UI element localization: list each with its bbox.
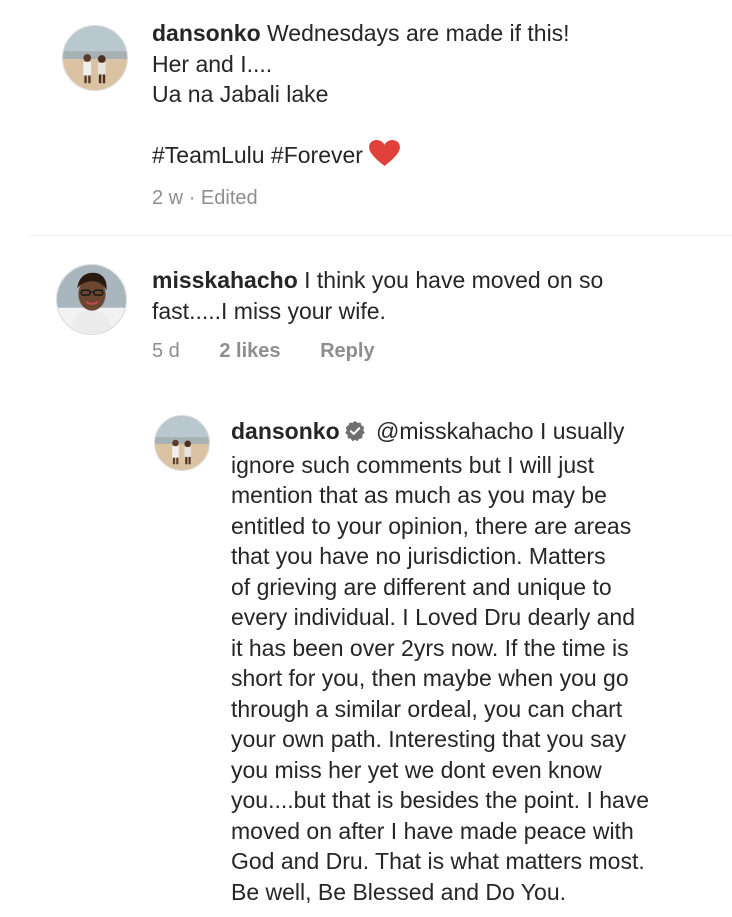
beach-photo-avatar bbox=[63, 26, 127, 90]
edited-label: Edited bbox=[200, 187, 258, 209]
reply-text-line: mention that as much as you may be bbox=[231, 482, 607, 508]
heart-emoji-icon bbox=[369, 140, 400, 175]
username-misskahacho[interactable]: misskahacho bbox=[152, 267, 298, 293]
reply-text-line: you miss her yet we dont even know bbox=[231, 756, 602, 783]
mention-link[interactable]: @misskahacho bbox=[376, 418, 534, 444]
username-dansonko[interactable]: dansonko bbox=[152, 20, 261, 46]
reply-dansonko: dansonko @misskahacho I usually ignore s… bbox=[231, 416, 649, 907]
meta-separator: · bbox=[188, 187, 196, 209]
likes-count[interactable]: 2 likes bbox=[219, 340, 280, 362]
reply-text-line: ignore such comments but I will just bbox=[231, 451, 595, 478]
comment-first-line: misskahacho I think you have moved on so bbox=[152, 265, 603, 296]
comment-first-line: dansonko Wednesdays are made if this! bbox=[152, 18, 570, 49]
avatar-dansonko-reply[interactable] bbox=[154, 415, 210, 471]
beach-photo-avatar bbox=[155, 416, 209, 470]
comment-text-line: I think you have moved on so bbox=[304, 267, 604, 293]
avatar-misskahacho[interactable] bbox=[56, 264, 127, 335]
reply-text-line: it has been over 2yrs now. If the time i… bbox=[231, 634, 629, 661]
username-dansonko[interactable]: dansonko bbox=[231, 418, 340, 444]
comment-text-line: Her and I.... bbox=[152, 50, 273, 77]
comment-meta: 2 w · Edited bbox=[152, 187, 258, 210]
reply-text-line: short for you, then maybe when you go bbox=[231, 665, 629, 691]
reply-text-line: every individual. I Loved Dru dearly and bbox=[231, 604, 636, 630]
reply-text-line: entitled to your opinion, there are area… bbox=[231, 512, 632, 539]
reply-button[interactable]: Reply bbox=[320, 340, 374, 362]
portrait-avatar bbox=[57, 265, 126, 334]
comment-dansonko: dansonko Wednesdays are made if this! He… bbox=[152, 18, 570, 175]
comment-text-line: fast.....I miss your wife. bbox=[152, 297, 386, 324]
reply-text-line: God and Dru. That is what matters most. bbox=[231, 848, 645, 874]
hashtags-line: #TeamLulu #Forever bbox=[152, 140, 570, 175]
avatar-dansonko[interactable] bbox=[62, 25, 128, 91]
comment-text-line: Ua na Jabali lake bbox=[152, 81, 329, 107]
comment-time: 2 w bbox=[152, 187, 184, 209]
reply-text-line: of grieving are different and unique to bbox=[231, 573, 612, 600]
reply-text-line: you....but that is besides the point. I … bbox=[231, 787, 650, 813]
comment-meta: 5 d 2 likes Reply bbox=[152, 340, 375, 363]
reply-first-line: dansonko @misskahacho I usually bbox=[231, 416, 649, 450]
comment-misskahacho: misskahacho I think you have moved on so… bbox=[152, 265, 603, 326]
comment-time: 5 d bbox=[152, 340, 180, 362]
hashtags[interactable]: #TeamLulu #Forever bbox=[152, 142, 363, 168]
reply-text-line: I usually bbox=[539, 418, 625, 444]
verified-badge-icon bbox=[344, 419, 366, 450]
reply-text-line: moved on after I have made peace with bbox=[231, 817, 634, 844]
reply-text-line: that you have no jurisdiction. Matters bbox=[231, 543, 606, 569]
reply-text-line: Be well, Be Blessed and Do You. bbox=[231, 878, 567, 905]
divider bbox=[30, 235, 732, 236]
reply-text-line: through a similar ordeal, you can chart bbox=[231, 695, 623, 722]
comment-text-line: Wednesdays are made if this! bbox=[267, 20, 570, 46]
reply-text-line: your own path. Interesting that you say bbox=[231, 726, 627, 752]
